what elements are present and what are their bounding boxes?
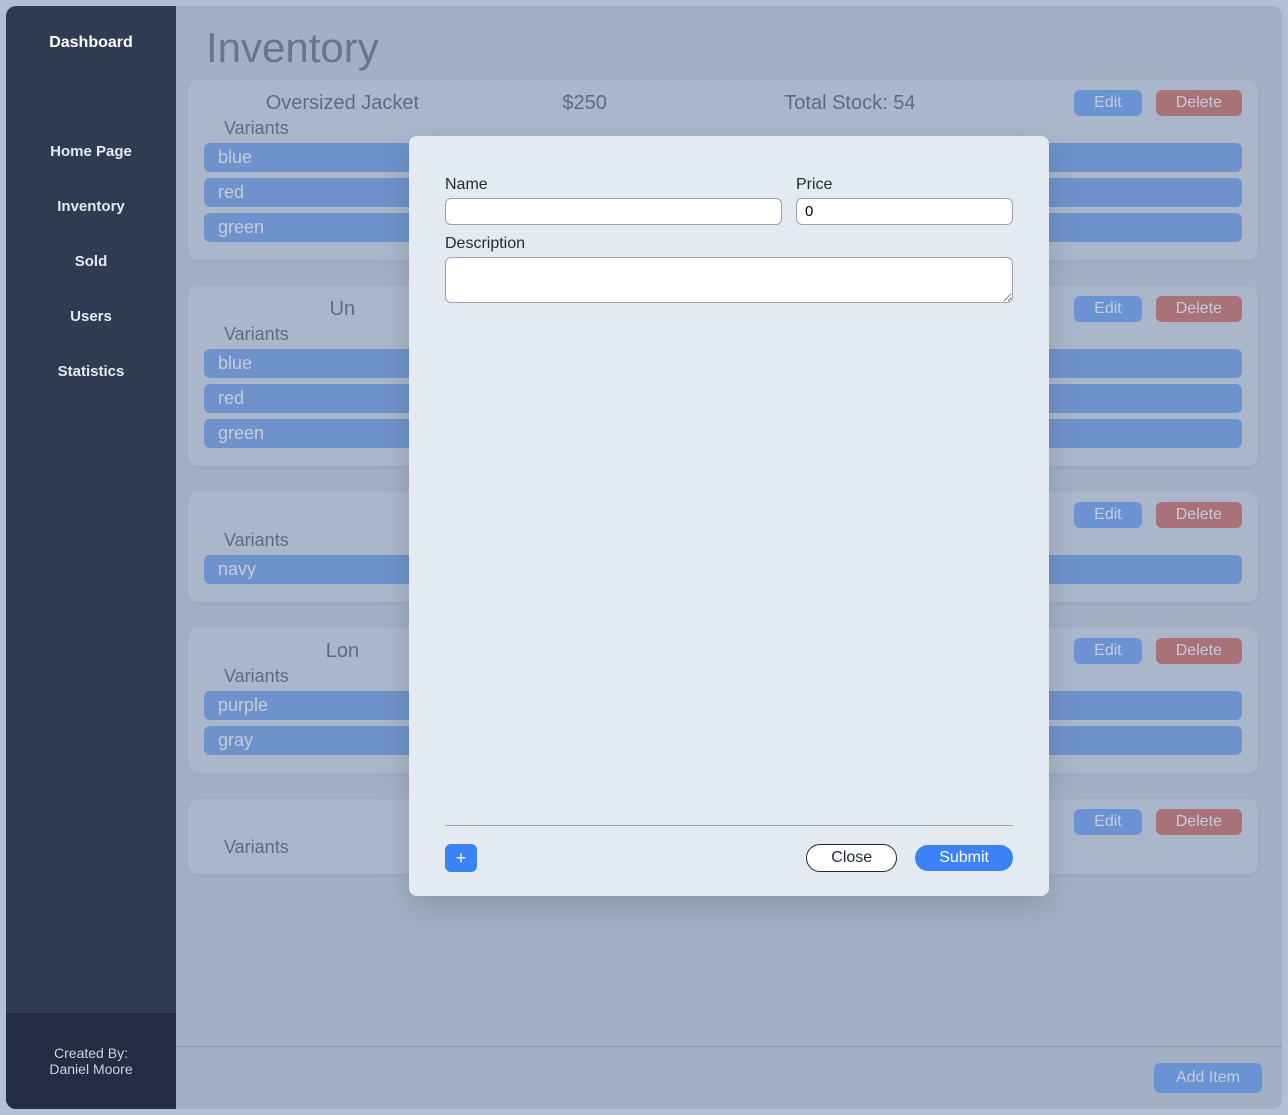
footer-credit-2: Daniel Moore (18, 1061, 164, 1077)
main-area: Inventory Oversized Jacket$250Total Stoc… (176, 6, 1282, 1109)
sidebar-item-statistics[interactable]: Statistics (6, 344, 176, 399)
name-label: Name (445, 176, 782, 194)
add-item-modal: Name Price Description (409, 136, 1049, 896)
modal-divider (445, 825, 1013, 826)
submit-button[interactable]: Submit (915, 845, 1013, 871)
sidebar-title: Dashboard (6, 6, 176, 84)
modal-overlay[interactable]: Name Price Description (176, 6, 1282, 1109)
app-root: Dashboard Home Page Inventory Sold Users… (0, 0, 1288, 1115)
sidebar-item-sold[interactable]: Sold (6, 234, 176, 289)
sidebar-item-users[interactable]: Users (6, 289, 176, 344)
price-label: Price (796, 176, 1013, 194)
sidebar-top: Dashboard Home Page Inventory Sold Users… (6, 6, 176, 399)
modal-row-1: Name Price (445, 176, 1013, 225)
footer-credit-1: Created By: (18, 1045, 164, 1061)
form-group-name: Name (445, 176, 782, 225)
form-group-desc: Description (445, 235, 1013, 303)
add-variant-button[interactable]: + (445, 844, 477, 872)
sidebar-footer: Created By: Daniel Moore (6, 1013, 176, 1109)
name-input[interactable] (445, 198, 782, 225)
modal-footer: + Close Submit (445, 844, 1013, 872)
desc-input[interactable] (445, 257, 1013, 303)
desc-label: Description (445, 235, 1013, 253)
form-group-price: Price (796, 176, 1013, 225)
sidebar-nav: Home Page Inventory Sold Users Statistic… (6, 84, 176, 399)
price-input[interactable] (796, 198, 1013, 225)
sidebar-item-inventory[interactable]: Inventory (6, 179, 176, 234)
sidebar: Dashboard Home Page Inventory Sold Users… (6, 6, 176, 1109)
close-button[interactable]: Close (806, 844, 897, 872)
sidebar-item-home[interactable]: Home Page (6, 124, 176, 179)
modal-body: Name Price Description (445, 176, 1013, 825)
